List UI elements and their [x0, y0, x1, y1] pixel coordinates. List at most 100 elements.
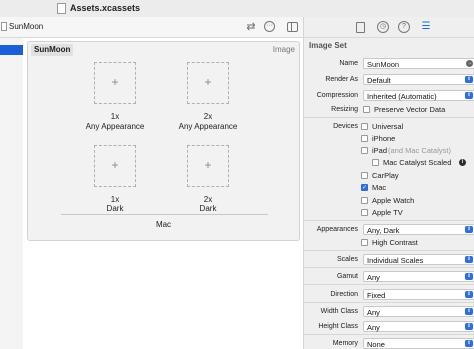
direction-label: Direction	[330, 291, 358, 298]
attributes-inspector-icon[interactable]: ☰	[420, 21, 432, 33]
width-class-value: Any	[367, 308, 380, 317]
height-class-value: Any	[367, 323, 380, 332]
popup-arrows-icon: ⇕	[465, 226, 473, 233]
add-image-icon: +	[204, 75, 212, 89]
slot-appearance-label: Any Appearance	[85, 122, 145, 131]
high-contrast-checkbox[interactable]	[361, 239, 368, 246]
direction-popup[interactable]: Fixed ⇕	[363, 289, 474, 300]
swap-icon[interactable]: ⇄	[244, 20, 258, 34]
section-title: Image Set	[309, 41, 347, 50]
carplay-checkbox[interactable]	[361, 172, 368, 179]
popup-arrows-icon: ⇕	[465, 273, 473, 280]
memory-label: Memory	[332, 340, 358, 347]
inspector-toggle-icon[interactable]	[287, 22, 298, 32]
popup-arrows-icon: ⇕	[465, 92, 473, 99]
apple-watch-label: Apple Watch	[372, 196, 415, 205]
section-divider	[304, 284, 474, 285]
name-label: Name	[339, 60, 358, 67]
universal-checkbox[interactable]	[361, 123, 368, 130]
popup-arrows-icon: ⇕	[465, 323, 473, 330]
appearances-value: Any, Dark	[367, 226, 400, 235]
selected-asset-row[interactable]	[0, 45, 23, 55]
help-icon[interactable]: ?	[398, 21, 410, 33]
add-image-icon: +	[111, 75, 119, 89]
resizing-label: Resizing	[331, 106, 358, 113]
appearances-popup[interactable]: Any, Dark ⇕	[363, 224, 474, 235]
compression-popup[interactable]: Inherited (Automatic) ⇕	[363, 90, 474, 101]
editor-filename[interactable]: SunMoon	[9, 22, 43, 31]
height-class-popup[interactable]: Any ⇕	[363, 321, 474, 332]
popup-arrows-icon: ⇕	[465, 308, 473, 315]
image-slot-2x-any[interactable]: +	[187, 62, 229, 104]
slot-appearance-label: Any Appearance	[178, 122, 238, 131]
height-class-label: Height Class	[318, 323, 358, 330]
iphone-checkbox[interactable]	[361, 135, 368, 142]
image-set-type: Image	[272, 45, 295, 54]
section-divider	[304, 267, 474, 268]
gamut-popup[interactable]: Any ⇕	[363, 271, 474, 282]
history-icon[interactable]: ◷	[377, 21, 389, 33]
render-as-popup[interactable]: Default ⇕	[363, 74, 474, 85]
preserve-vector-label: Preserve Vector Data	[374, 105, 446, 114]
slot-scale-label: 1x	[110, 112, 120, 121]
compression-label: Compression	[316, 92, 358, 99]
image-slot-1x-dark[interactable]: +	[94, 145, 136, 187]
devices-label: Devices	[333, 123, 358, 130]
scales-value: Individual Scales	[367, 256, 424, 265]
high-contrast-label: High Contrast	[372, 238, 418, 247]
name-value: SunMoon	[367, 60, 400, 69]
asset-catalog-icon	[57, 3, 66, 14]
slot-appearance-label: Dark	[106, 204, 124, 213]
preserve-vector-checkbox[interactable]	[363, 106, 370, 113]
more-options-icon[interactable]: ···	[264, 21, 275, 32]
scales-popup[interactable]: Individual Scales ⇕	[363, 254, 474, 265]
popup-arrows-icon: ⇕	[465, 256, 473, 263]
window-title: Assets.xcassets	[70, 3, 141, 13]
device-group-divider	[61, 214, 268, 215]
direction-value: Fixed	[367, 291, 386, 300]
image-set-name[interactable]: SunMoon	[31, 44, 74, 56]
ipad-checkbox[interactable]	[361, 147, 368, 154]
render-as-label: Render As	[325, 76, 358, 83]
attributes-inspector: ◷ ? ☰ Image Set Name SunMoon → Render As…	[303, 17, 474, 349]
add-image-icon: +	[111, 158, 119, 172]
memory-value: None	[367, 340, 385, 349]
mac-catalyst-scaled-label: Mac Catalyst Scaled	[383, 158, 452, 167]
mac-checkbox[interactable]: ✓	[361, 184, 368, 191]
go-arrow-icon[interactable]: →	[466, 60, 473, 67]
section-divider	[304, 302, 474, 303]
section-divider	[304, 334, 474, 335]
ipad-catalyst-note: (and Mac Catalyst)	[388, 146, 451, 155]
name-field[interactable]: SunMoon →	[363, 58, 474, 69]
inspector-tabs: ◷ ? ☰	[304, 17, 474, 38]
image-slot-1x-any[interactable]: +	[94, 62, 136, 104]
slot-appearance-label: Dark	[199, 204, 217, 213]
apple-watch-checkbox[interactable]	[361, 197, 368, 204]
file-inspector-icon[interactable]	[356, 22, 365, 33]
memory-popup[interactable]: None ⇕	[363, 338, 474, 349]
gamut-value: Any	[367, 273, 380, 282]
info-icon[interactable]: i	[459, 159, 466, 166]
window-titlebar: Assets.xcassets	[0, 0, 474, 18]
apple-tv-label: Apple TV	[372, 208, 403, 217]
asset-list-sidebar	[0, 38, 23, 349]
section-divider	[304, 250, 474, 251]
ipad-label: iPad	[372, 146, 388, 155]
compression-value: Inherited (Automatic)	[367, 92, 437, 101]
image-slot-2x-dark[interactable]: +	[187, 145, 229, 187]
appearances-label: Appearances	[316, 226, 358, 233]
popup-arrows-icon: ⇕	[465, 340, 473, 347]
apple-tv-checkbox[interactable]	[361, 209, 368, 216]
device-group-label: Mac	[155, 220, 172, 229]
gamut-label: Gamut	[336, 273, 358, 280]
popup-arrows-icon: ⇕	[465, 291, 473, 298]
scales-label: Scales	[336, 256, 358, 263]
mac-catalyst-scaled-checkbox[interactable]	[372, 159, 379, 166]
universal-label: Universal	[372, 122, 404, 131]
iphone-label: iPhone	[372, 134, 396, 143]
asset-canvas: SunMoon Image + 1x Any Appearance + 2x A…	[23, 38, 303, 349]
width-class-popup[interactable]: Any ⇕	[363, 306, 474, 317]
image-set-card: SunMoon Image + 1x Any Appearance + 2x A…	[27, 41, 300, 241]
add-image-icon: +	[204, 158, 212, 172]
section-divider	[304, 117, 474, 118]
